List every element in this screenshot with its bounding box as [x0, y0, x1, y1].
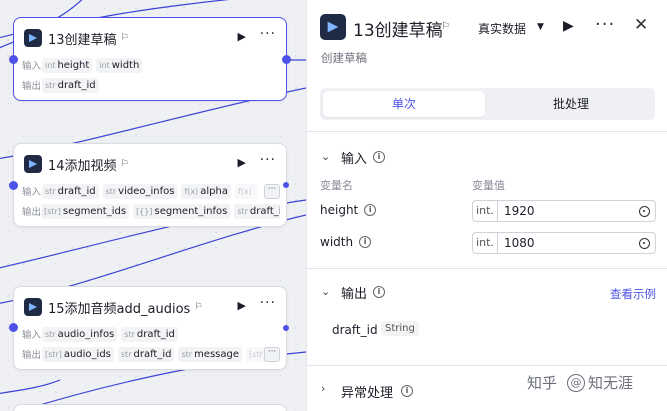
chevron-down-icon[interactable]: ⌄	[321, 150, 330, 163]
node-app-icon	[24, 155, 42, 173]
inputs-label: 输入	[22, 58, 42, 72]
output-port[interactable]	[282, 55, 291, 64]
divider	[307, 268, 667, 269]
info-icon: i	[401, 385, 413, 397]
field-type: int.	[473, 201, 498, 221]
input-section-title: 输入	[341, 148, 367, 167]
workflow-canvas[interactable]: 13创建草稿 ⚐ ▶ ··· 输入 intheight intwidth 输出 …	[0, 0, 306, 411]
node-app-icon	[24, 298, 42, 316]
more-icon[interactable]: ···	[260, 152, 276, 168]
tab-batch[interactable]: 批处理	[490, 91, 652, 117]
divider	[307, 365, 667, 366]
play-icon[interactable]: ▶	[238, 30, 246, 43]
node-detail-panel: 13创建草稿 ⚐ 真实数据 ▼ ▶ ··· ✕ 创建草稿 单次 批处理 ⌄ 输入…	[306, 0, 667, 411]
info-icon: i	[359, 236, 371, 248]
param-tag: strdraft_id	[234, 204, 280, 219]
field-value[interactable]: 1920	[504, 204, 639, 218]
node-app-icon	[24, 29, 42, 47]
param-tag: strmessage	[178, 347, 242, 362]
at-icon: @	[567, 374, 585, 392]
tab-single[interactable]: 单次	[323, 91, 485, 117]
output-section-title: 输出	[341, 283, 367, 302]
error-section-title: 异常处理	[341, 382, 393, 401]
input-port[interactable]	[9, 181, 18, 190]
play-icon[interactable]: ▶	[563, 18, 574, 34]
node-title: 15添加音频add_audios	[48, 298, 190, 317]
flag-icon: ⚐	[121, 33, 129, 43]
outputs-label: 输出	[22, 78, 42, 92]
param-tag: strdraft_id	[42, 184, 99, 199]
expand-more-button[interactable]: ···	[264, 184, 280, 199]
param-tag: f(x)alpha	[181, 184, 231, 199]
param-tag: strdraft_id	[118, 347, 175, 362]
node-add-video[interactable]: 14添加视频 ⚐ ▶ ··· 输入 strdraft_id strvideo_i…	[13, 143, 287, 227]
input-port[interactable]	[9, 323, 18, 332]
chevron-down-icon[interactable]: ⌄	[321, 285, 330, 298]
outputs-label: 输出	[22, 347, 42, 361]
column-header-name: 变量名	[320, 177, 353, 193]
outputs-label: 输出	[22, 204, 41, 218]
param-tag: strvideo_infos	[103, 184, 178, 199]
output-port[interactable]	[283, 182, 289, 188]
play-icon[interactable]: ▶	[238, 156, 246, 169]
target-icon[interactable]	[639, 238, 650, 249]
run-tabs: 单次 批处理	[320, 88, 655, 120]
chevron-down-icon[interactable]: ▼	[537, 22, 544, 32]
watermark-handle: 知无涯	[588, 372, 633, 393]
width-field[interactable]: int. 1080	[472, 232, 656, 254]
flag-icon: ⚐	[121, 159, 129, 169]
node-app-icon	[320, 14, 346, 40]
node-create-draft[interactable]: 13创建草稿 ⚐ ▶ ··· 输入 intheight intwidth 输出 …	[13, 17, 287, 101]
more-icon[interactable]: ···	[260, 295, 276, 311]
param-tag: intheight	[42, 58, 92, 73]
output-name: draft_id	[332, 323, 378, 337]
expand-more-button[interactable]: ···	[264, 347, 280, 362]
node-title: 13创建草稿	[48, 29, 117, 48]
info-icon: i	[373, 286, 385, 298]
output-port[interactable]	[283, 325, 289, 331]
panel-title: 13创建草稿	[353, 16, 443, 41]
field-value[interactable]: 1080	[504, 236, 639, 250]
param-tag: [str]segment_ids	[41, 204, 129, 219]
run-mode-select[interactable]: 真实数据	[478, 20, 526, 37]
inputs-label: 输入	[22, 327, 42, 341]
param-tag: f(x)	[235, 184, 257, 199]
target-icon[interactable]	[639, 206, 650, 217]
more-icon[interactable]: ···	[595, 14, 615, 35]
output-type-badge: String	[381, 321, 419, 336]
height-field[interactable]: int. 1920	[472, 200, 656, 222]
column-header-value: 变量值	[472, 177, 505, 193]
field-label-height: heighti	[320, 203, 376, 217]
node-title: 14添加视频	[48, 155, 117, 174]
field-label-width: widthi	[320, 235, 371, 249]
flag-icon: ⚐	[441, 21, 450, 32]
chevron-right-icon[interactable]: ›	[321, 382, 325, 395]
panel-description: 创建草稿	[321, 50, 367, 66]
info-icon: i	[373, 151, 385, 163]
param-tag: strdraft_id	[42, 78, 99, 93]
param-tag: strdraft_id	[121, 327, 178, 342]
view-example-link[interactable]: 查看示例	[610, 286, 656, 302]
more-icon[interactable]: ···	[260, 26, 276, 42]
info-icon: i	[364, 204, 376, 216]
watermark: 知乎 @ 知无涯	[527, 372, 633, 393]
watermark-brand: 知乎	[527, 372, 557, 393]
field-type: int.	[473, 233, 498, 253]
node-add-audios[interactable]: 15添加音频add_audios ⚐ ▶ ··· 输入 straudio_inf…	[13, 286, 287, 370]
input-port[interactable]	[9, 55, 18, 64]
flag-icon: ⚐	[194, 302, 202, 312]
param-tag: straudio_infos	[42, 327, 117, 342]
play-icon[interactable]: ▶	[238, 299, 246, 312]
param-tag: intwidth	[96, 58, 142, 73]
divider	[307, 131, 667, 132]
param-tag: [{}]segment_infos	[133, 204, 230, 219]
edge	[0, 380, 60, 395]
inputs-label: 输入	[22, 184, 42, 198]
param-tag: [str]audio_ids	[42, 347, 114, 362]
close-icon[interactable]: ✕	[634, 15, 648, 35]
node-partial[interactable]	[13, 404, 287, 411]
